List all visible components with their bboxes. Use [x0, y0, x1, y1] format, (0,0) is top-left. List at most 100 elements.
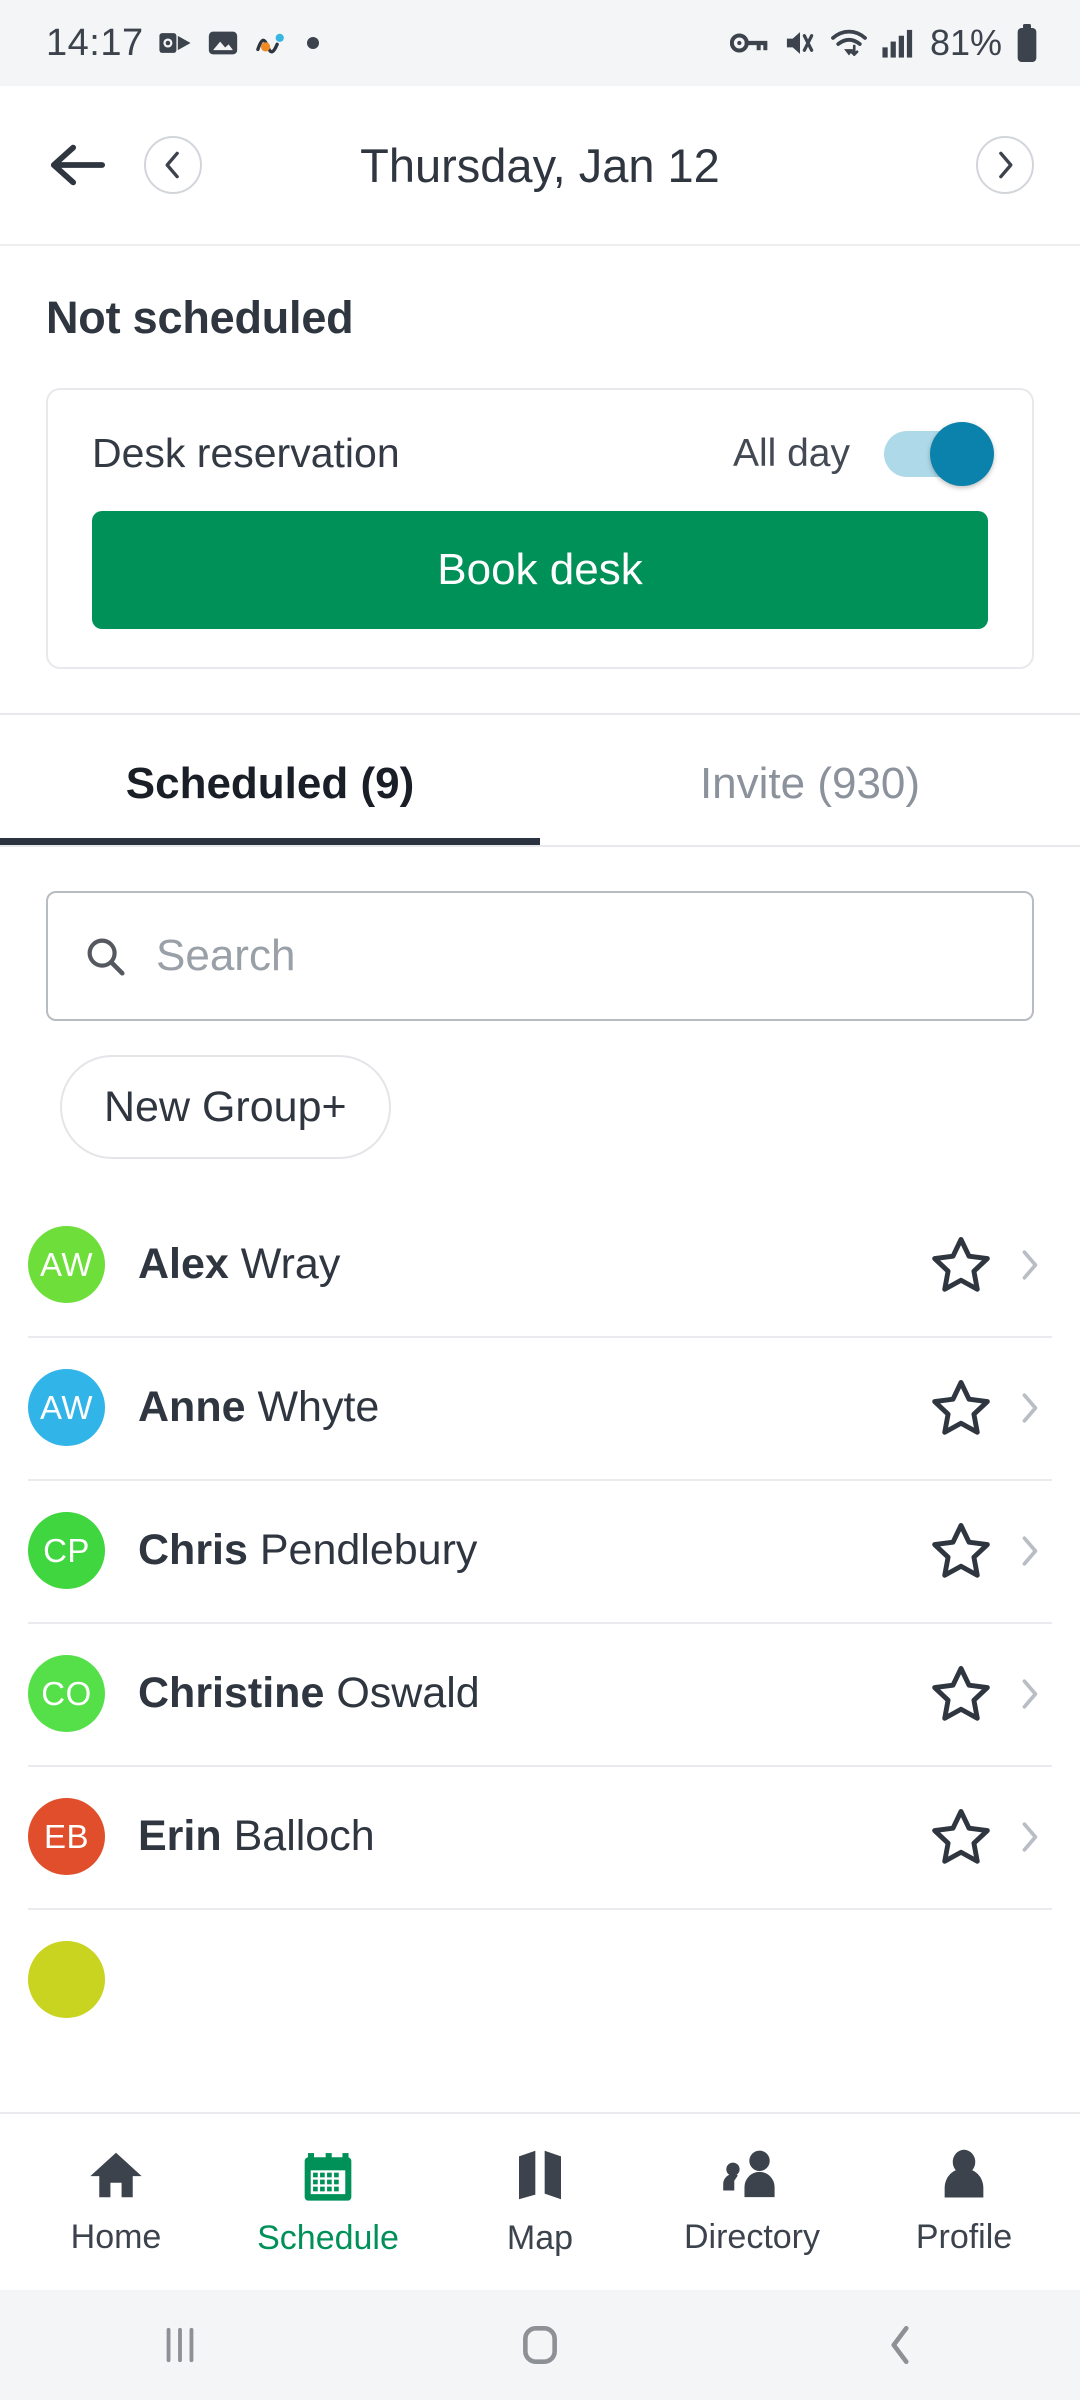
not-scheduled-section: Not scheduled Desk reservation All day B… [0, 246, 1080, 669]
table-row[interactable]: AW Alex Wray [0, 1193, 1080, 1336]
search-input[interactable] [156, 931, 998, 981]
avatar [28, 1941, 105, 2018]
avatar-initials: CO [41, 1674, 92, 1712]
nav-label-schedule: Schedule [257, 2218, 399, 2257]
favorite-star-icon[interactable] [930, 1521, 992, 1581]
wifi-icon [830, 27, 868, 59]
app-screen: 14:17 81% Thursday, Jan 12 Not scheduled… [0, 0, 1080, 2400]
status-bar: 14:17 81% [0, 0, 1080, 86]
desk-reservation-label: Desk reservation [92, 430, 400, 476]
nav-item-schedule[interactable]: Schedule [222, 2147, 434, 2258]
nav-item-map[interactable]: Map [434, 2147, 646, 2258]
contact-last-name: Pendlebury [259, 1526, 478, 1574]
nav-item-profile[interactable]: Profile [858, 2148, 1070, 2257]
person-icon [938, 2148, 990, 2202]
all-day-toggle[interactable] [884, 421, 994, 486]
contact-first-name: Chris [138, 1526, 248, 1574]
system-navigation-bar [0, 2290, 1080, 2400]
table-row[interactable]: CP Chris Pendlebury [0, 1479, 1080, 1622]
nav-label-home: Home [70, 2217, 162, 2256]
favorite-star-icon[interactable] [930, 1807, 992, 1867]
contact-name: Christine Oswald [138, 1669, 930, 1718]
avatar: AW [28, 1226, 105, 1303]
map-icon [512, 2147, 568, 2203]
vpn-key-icon [729, 28, 770, 58]
signal-icon [880, 27, 914, 59]
favorite-star-icon[interactable] [930, 1378, 992, 1438]
outlook-icon [158, 26, 192, 60]
nav-label-map: Map [506, 2218, 574, 2257]
contact-name: Alex Wray [138, 1240, 930, 1289]
contact-name: Anne Whyte [138, 1383, 930, 1432]
avatar-initials: CP [43, 1531, 90, 1569]
contact-first-name: Anne [138, 1383, 246, 1431]
tab-scheduled[interactable]: Scheduled (9) [0, 715, 540, 845]
section-title: Not scheduled [46, 292, 354, 343]
avatar: AW [28, 1369, 105, 1446]
desk-reservation-card: Desk reservation All day Book desk [46, 388, 1034, 669]
page-header: Thursday, Jan 12 [0, 86, 1080, 246]
table-row[interactable] [0, 1908, 1080, 2051]
all-day-label: All day [732, 431, 850, 475]
book-desk-button[interactable]: Book desk [92, 511, 988, 629]
table-row[interactable]: EB Erin Balloch [0, 1765, 1080, 1908]
back-button[interactable] [46, 134, 108, 196]
battery-percent-label: 81% [929, 22, 1002, 63]
chevron-right-icon [1018, 1820, 1040, 1854]
contact-last-name: Whyte [257, 1383, 380, 1431]
chevron-right-icon [1018, 1534, 1040, 1568]
search-section [0, 847, 1080, 1021]
status-bar-clock: 14:17 [46, 21, 144, 64]
previous-day-button[interactable] [144, 136, 202, 194]
next-day-button[interactable] [976, 136, 1034, 194]
new-group-chip[interactable]: New Group+ [60, 1055, 391, 1159]
nav-label-directory: Directory [683, 2217, 821, 2256]
chevron-right-icon [1018, 1391, 1040, 1425]
chevron-right-icon [1018, 1677, 1040, 1711]
avatar-initials: EB [43, 1817, 90, 1855]
tab-invite[interactable]: Invite (930) [540, 715, 1080, 845]
dot-icon [304, 34, 322, 52]
chevron-right-icon [1018, 1248, 1040, 1282]
photos-icon [206, 26, 240, 60]
search-box[interactable] [46, 891, 1034, 1021]
nav-label-profile: Profile [915, 2217, 1013, 2256]
mute-icon [782, 27, 818, 59]
table-row[interactable]: AW Anne Whyte [0, 1336, 1080, 1479]
avatar: EB [28, 1798, 105, 1875]
contact-list: AW Alex Wray AW Anne Whyte CP Chris Pend… [0, 1193, 1080, 2112]
contact-first-name: Alex [138, 1240, 229, 1288]
activity-icon [254, 26, 290, 60]
table-row[interactable]: CO Christine Oswald [0, 1622, 1080, 1765]
contact-name: Chris Pendlebury [138, 1526, 930, 1575]
favorite-star-icon[interactable] [930, 1235, 992, 1295]
battery-icon [1014, 23, 1040, 63]
contact-last-name: Wray [240, 1240, 341, 1288]
search-icon [82, 933, 128, 979]
desk-reservation-row: Desk reservation All day [48, 390, 1032, 511]
contact-first-name: Christine [138, 1669, 325, 1717]
all-day-control: All day [732, 421, 994, 486]
recents-icon[interactable] [120, 2305, 240, 2385]
toggle-knob [930, 421, 994, 486]
avatar-initials: AW [40, 1388, 93, 1426]
back-chevron-icon[interactable] [840, 2305, 960, 2385]
avatar: CO [28, 1655, 105, 1732]
avatar: CP [28, 1512, 105, 1589]
nav-item-home[interactable]: Home [10, 2148, 222, 2257]
tab-bar: Scheduled (9) Invite (930) [0, 715, 1080, 845]
contact-name: Erin Balloch [138, 1812, 930, 1861]
status-bar-left: 14:17 [46, 22, 322, 65]
calendar-icon [299, 2147, 357, 2203]
contact-last-name: Balloch [233, 1812, 375, 1860]
people-icon [721, 2148, 783, 2202]
contact-last-name: Oswald [336, 1669, 480, 1717]
home-icon [87, 2148, 145, 2202]
bottom-navigation: Home Schedule Map Directory Profile [0, 2112, 1080, 2290]
home-square-icon[interactable] [480, 2305, 600, 2385]
nav-item-directory[interactable]: Directory [646, 2148, 858, 2257]
contact-first-name: Erin [138, 1812, 222, 1860]
favorite-star-icon[interactable] [930, 1664, 992, 1724]
avatar-initials: AW [40, 1245, 93, 1283]
status-bar-right: 81% [729, 22, 1040, 64]
